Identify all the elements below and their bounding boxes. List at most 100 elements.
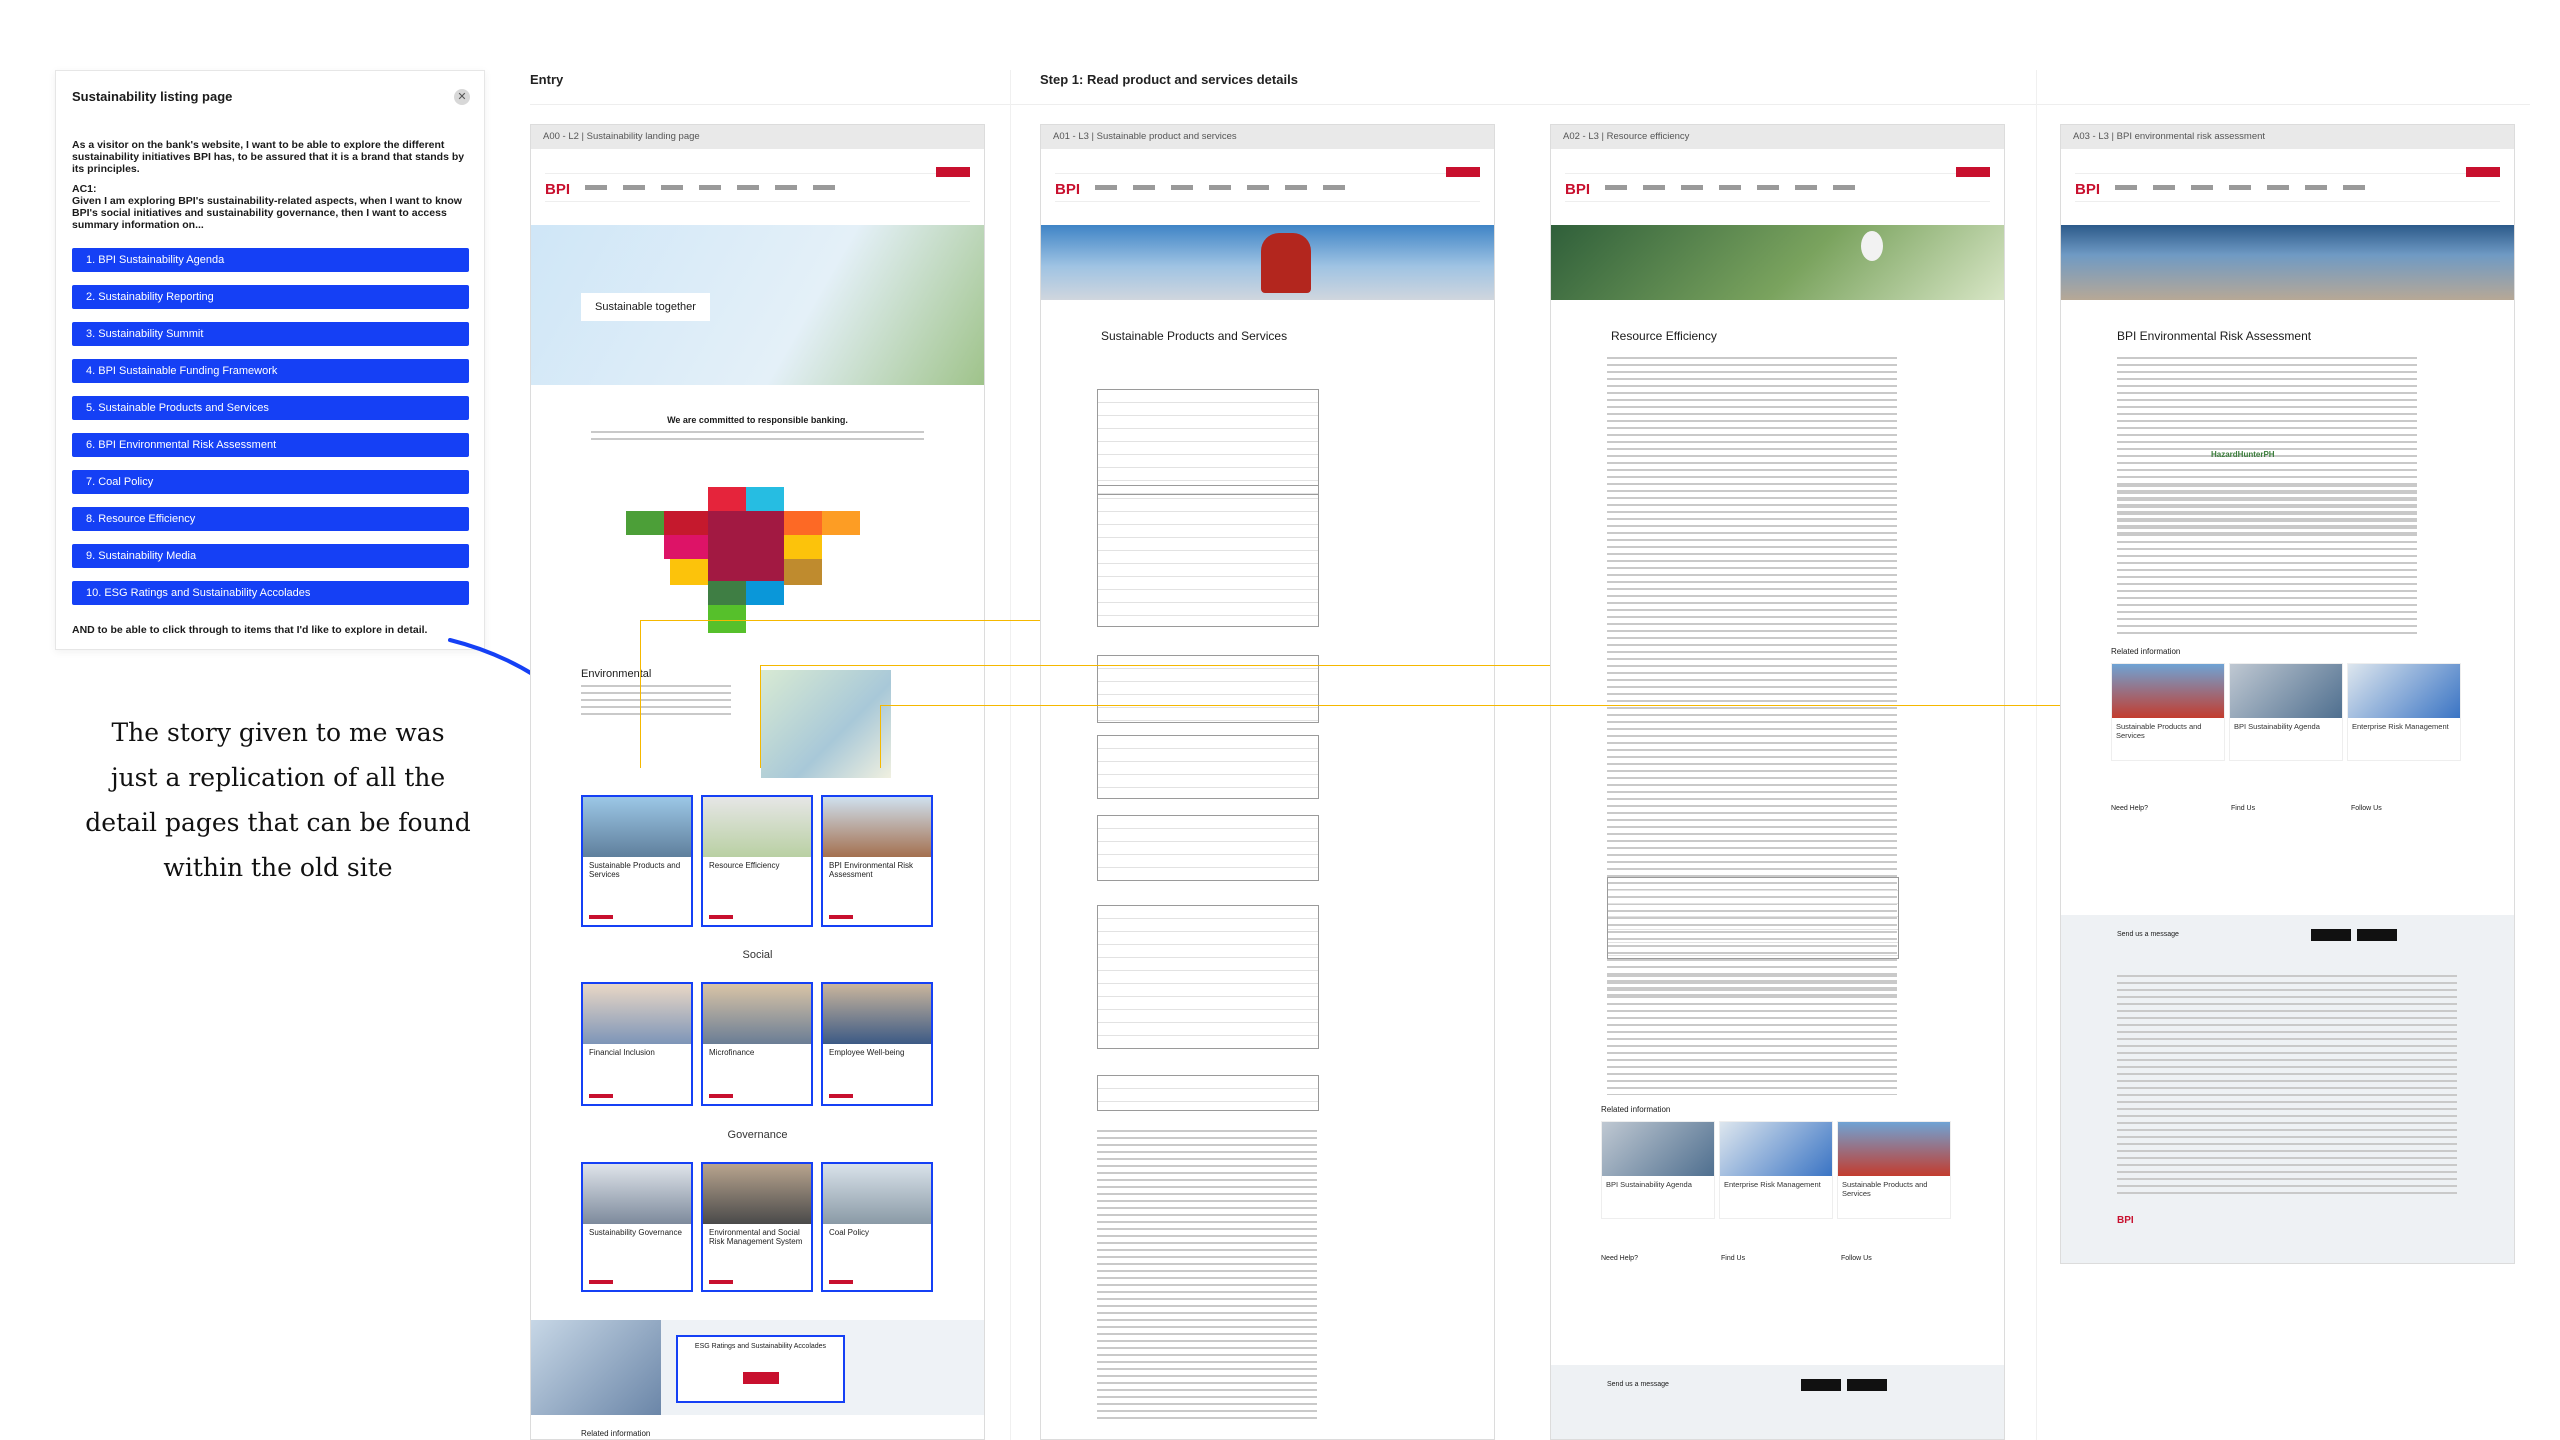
- bpi-logo[interactable]: BPI: [1565, 181, 1590, 198]
- related-card[interactable]: Sustainable Products and Services: [2111, 663, 2225, 761]
- tile-employee-wellbeing[interactable]: Employee Well-being: [821, 982, 933, 1106]
- hero-banner: [1041, 225, 1494, 300]
- flow-connector: [640, 620, 641, 768]
- app-store-badge[interactable]: [1801, 1379, 1841, 1391]
- body-text: [591, 431, 924, 445]
- bpi-logo[interactable]: BPI: [545, 181, 570, 198]
- tile-sustainable-products[interactable]: Sustainable Products and Services: [581, 795, 693, 927]
- hero-figure: [1261, 233, 1311, 293]
- story-title: Sustainability listing page: [72, 89, 233, 104]
- related-title: Related information: [2111, 647, 2181, 656]
- login-button[interactable]: [2466, 167, 2500, 177]
- message-heading: Send us a message: [2117, 931, 2179, 938]
- story-ac-text: Given I am exploring BPI's sustainabilit…: [72, 195, 462, 231]
- page-title: Resource Efficiency: [1611, 329, 1717, 343]
- login-button[interactable]: [1956, 167, 1990, 177]
- frame-header: A01 - L3 | Sustainable product and servi…: [1041, 125, 1494, 149]
- frame-header: A03 - L3 | BPI environmental risk assess…: [2061, 125, 2514, 149]
- body-text: [1607, 975, 1897, 1095]
- product-table: [1097, 485, 1319, 627]
- tile-title: Environmental and Social Risk Management…: [709, 1228, 803, 1246]
- story-item-3[interactable]: 3. Sustainability Summit: [72, 322, 469, 346]
- bulb-icon: [1861, 231, 1883, 261]
- frame-landing-page: A00 - L2 | Sustainability landing page B…: [530, 124, 985, 1440]
- message-heading: Send us a message: [1607, 1381, 1669, 1388]
- related-card[interactable]: BPI Sustainability Agenda: [1601, 1121, 1715, 1219]
- note-line: detail pages that can be found: [85, 808, 471, 837]
- divider: [530, 104, 2530, 105]
- hero-text: Sustainable together: [581, 293, 710, 321]
- related-card[interactable]: BPI Sustainability Agenda: [2229, 663, 2343, 761]
- google-play-badge[interactable]: [2357, 929, 2397, 941]
- story-item-1[interactable]: 1. BPI Sustainability Agenda: [72, 248, 469, 272]
- footer: Send us a message: [1551, 1365, 2004, 1439]
- story-ac-label: AC1:: [72, 183, 97, 195]
- google-play-badge[interactable]: [1847, 1379, 1887, 1391]
- column-label-entry: Entry: [530, 72, 564, 87]
- story-item-2[interactable]: 2. Sustainability Reporting: [72, 285, 469, 309]
- flow-connector: [880, 705, 2060, 706]
- story-item-6[interactable]: 6. BPI Environmental Risk Assessment: [72, 433, 469, 457]
- esg-box[interactable]: ESG Ratings and Sustainability Accolades: [676, 1335, 845, 1403]
- divider: [2036, 70, 2037, 1440]
- product-table: [1097, 735, 1319, 799]
- esg-photo: [531, 1320, 661, 1415]
- story-item-4[interactable]: 4. BPI Sustainable Funding Framework: [72, 359, 469, 383]
- story-item-10[interactable]: 10. ESG Ratings and Sustainability Accol…: [72, 581, 469, 605]
- story-card: Sustainability listing page ✕ As a visit…: [55, 70, 485, 650]
- story-item-7[interactable]: 7. Coal Policy: [72, 470, 469, 494]
- social-title: Social: [742, 949, 773, 961]
- related-card[interactable]: Sustainable Products and Services: [1837, 1121, 1951, 1219]
- find-heading: Find Us: [1721, 1255, 1746, 1262]
- story-item-5[interactable]: 5. Sustainable Products and Services: [72, 396, 469, 420]
- utility-bar: [1055, 165, 1480, 174]
- note-line: The story given to me was: [111, 718, 445, 747]
- tile-financial-inclusion[interactable]: Financial Inclusion: [581, 982, 693, 1106]
- follow-heading: Follow Us: [1841, 1255, 1872, 1262]
- login-button[interactable]: [1446, 167, 1480, 177]
- close-icon[interactable]: ✕: [454, 89, 470, 105]
- story-item-9[interactable]: 9. Sustainability Media: [72, 544, 469, 568]
- tile-resource-efficiency[interactable]: Resource Efficiency: [701, 795, 813, 927]
- flow-connector: [640, 620, 1040, 621]
- footer-logo: BPI: [2117, 1215, 2134, 1226]
- login-button[interactable]: [936, 167, 970, 177]
- nav-items[interactable]: [2115, 185, 2375, 190]
- flow-connector: [760, 665, 761, 768]
- nav-items[interactable]: [1095, 185, 1355, 190]
- column-label-step1: Step 1: Read product and services detail…: [1040, 72, 1298, 87]
- note-line: just a replication of all the: [110, 763, 446, 792]
- tile-coal-policy[interactable]: Coal Policy: [821, 1162, 933, 1292]
- related-card[interactable]: Enterprise Risk Management: [1719, 1121, 1833, 1219]
- learn-more-button[interactable]: [742, 1372, 779, 1384]
- utility-bar: [1565, 165, 1990, 174]
- nav-items[interactable]: [1605, 185, 1865, 190]
- esg-banner: ESG Ratings and Sustainability Accolades: [531, 1320, 984, 1415]
- tile-microfinance[interactable]: Microfinance: [701, 982, 813, 1106]
- product-table: [1097, 905, 1319, 1049]
- story-item-8[interactable]: 8. Resource Efficiency: [72, 507, 469, 531]
- bpi-logo[interactable]: BPI: [2075, 181, 2100, 198]
- frame-resource-efficiency: A02 - L3 | Resource efficiency BPI Resou…: [1550, 124, 2005, 1440]
- footer-links: [2117, 975, 2457, 1195]
- bpi-logo[interactable]: BPI: [1055, 181, 1080, 198]
- nav-items[interactable]: [585, 185, 845, 190]
- main-nav: BPI: [545, 167, 970, 202]
- note-line: within the old site: [163, 853, 393, 882]
- tile-sustainability-governance[interactable]: Sustainability Governance: [581, 1162, 693, 1292]
- page-title: Sustainable Products and Services: [1101, 329, 1288, 343]
- tile-esrms[interactable]: Environmental and Social Risk Management…: [701, 1162, 813, 1292]
- utility-bar: [545, 165, 970, 174]
- related-card[interactable]: Enterprise Risk Management: [2347, 663, 2461, 761]
- body-text: [1097, 1130, 1317, 1420]
- frame-environmental-risk: A03 - L3 | BPI environmental risk assess…: [2060, 124, 2515, 1264]
- product-table: [1097, 1075, 1319, 1111]
- app-store-badge[interactable]: [2311, 929, 2351, 941]
- handwritten-note: The story given to me was just a replica…: [78, 710, 478, 890]
- data-table: [1607, 877, 1899, 959]
- tile-title: Sustainable Products and Services: [589, 861, 681, 879]
- tile-environmental-risk[interactable]: BPI Environmental Risk Assessment: [821, 795, 933, 927]
- hero-banner: [1551, 225, 2004, 300]
- environment-photo: [761, 670, 891, 778]
- find-heading: Find Us: [2231, 805, 2256, 812]
